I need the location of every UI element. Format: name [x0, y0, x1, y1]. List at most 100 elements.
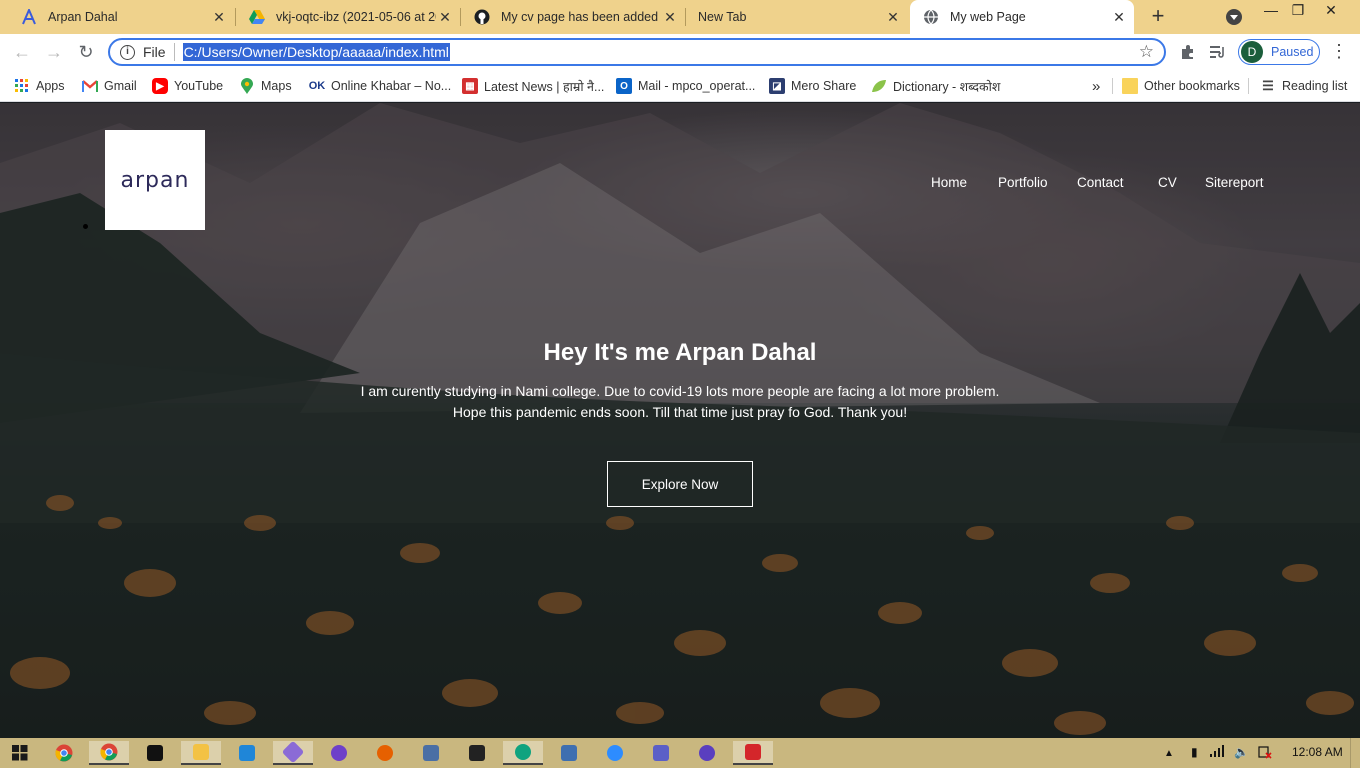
avatar: D — [1241, 41, 1263, 63]
address-bar[interactable]: i File C:/Users/Owner/Desktop/aaaaa/inde… — [108, 38, 1166, 66]
nav-link-sitereport[interactable]: Sitereport — [1205, 175, 1264, 190]
windows-start-icon[interactable] — [0, 741, 40, 765]
address-divider — [173, 43, 175, 61]
forward-arrow-icon[interactable]: → — [42, 40, 66, 64]
reading-list-button[interactable]: ☰ Reading list — [1260, 76, 1347, 96]
nav-link-contact[interactable]: Contact — [1077, 175, 1124, 190]
bookmark-label: Mail - mpco_operat... — [638, 79, 756, 93]
bookmark-latest-news[interactable]: ▦ Latest News | हाम्रो नै... — [462, 76, 604, 96]
logo-text: arpan — [120, 167, 190, 193]
chatgpt-icon[interactable] — [503, 741, 543, 765]
folder-icon — [1122, 78, 1138, 94]
hero-description: I am curently studying in Nami college. … — [280, 381, 1080, 423]
tab-new-tab[interactable]: New Tab ✕ — [686, 0, 908, 34]
bookmark-divider — [1112, 78, 1113, 94]
hero-line-2: Hope this pandemic ends soon. Till that … — [452, 404, 908, 420]
acrobat-icon[interactable] — [733, 741, 773, 765]
tab-strip: Arpan Dahal ✕ vkj-oqtc-ibz (2021-05-06 a… — [0, 0, 1360, 34]
nav-link-home[interactable]: Home — [931, 175, 967, 190]
bookmarks-bar: Apps Gmail ▶ YouTube Maps OK Online Khab… — [0, 70, 1360, 102]
bookmark-online-khabar[interactable]: OK Online Khabar – No... — [309, 76, 451, 96]
tray-overflow-icon[interactable]: ▲ — [1164, 748, 1174, 759]
chrome-icon[interactable] — [44, 741, 84, 765]
nav-link-cv[interactable]: CV — [1158, 175, 1177, 190]
more-menu-icon[interactable]: ⋮ — [1330, 42, 1348, 62]
bookmark-label: Other bookmarks — [1144, 79, 1240, 93]
bookmark-label: Maps — [261, 79, 292, 93]
network-icon[interactable] — [1210, 745, 1224, 760]
input-indicator-icon[interactable] — [1258, 745, 1272, 762]
sync-status: Paused — [1271, 45, 1314, 59]
info-icon[interactable]: i — [120, 44, 135, 60]
explore-now-button[interactable]: Explore Now — [607, 461, 753, 507]
system-clock[interactable]: 12:08 AM — [1292, 745, 1343, 759]
url-text[interactable]: C:/Users/Owner/Desktop/aaaaa/index.html — [182, 43, 450, 61]
list-bullet — [83, 224, 88, 229]
bookmark-label: Apps — [36, 79, 65, 93]
bookmark-dictionary[interactable]: Dictionary - शब्दकोश — [871, 76, 1000, 96]
nav-link-portfolio[interactable]: Portfolio — [998, 175, 1048, 190]
tab-search-icon[interactable] — [1226, 9, 1242, 25]
youtube-icon: ▶ — [152, 78, 168, 94]
reload-icon[interactable]: ↻ — [74, 40, 98, 64]
browser-toolbar: ← → ↻ i File C:/Users/Owner/Desktop/aaaa… — [0, 34, 1360, 70]
meroshare-icon: ◪ — [769, 78, 785, 94]
bookmark-divider — [1248, 78, 1249, 94]
bookmark-star-icon[interactable]: ☆ — [1139, 42, 1154, 62]
google-drive-icon — [248, 8, 266, 26]
tab-title: My web Page — [950, 10, 1026, 24]
hero-line-1: I am curently studying in Nami college. … — [360, 383, 1000, 399]
extensions-puzzle-icon[interactable] — [1178, 42, 1198, 62]
bookmark-gmail[interactable]: Gmail — [82, 76, 137, 96]
close-icon[interactable]: ✕ — [661, 9, 679, 26]
chrome-profile-icon[interactable] — [89, 741, 129, 765]
github-icon — [473, 8, 491, 26]
vscode-icon[interactable] — [227, 741, 267, 765]
back-arrow-icon[interactable]: ← — [10, 40, 34, 64]
bookmark-mail[interactable]: O Mail - mpco_operat... — [616, 76, 755, 96]
page-viewport: arpan Home Portfolio Contact CV Siterepo… — [0, 103, 1360, 738]
github-desktop-icon[interactable] — [319, 741, 359, 765]
leaf-icon — [871, 78, 887, 94]
teams-icon[interactable] — [641, 741, 681, 765]
maps-pin-icon — [239, 78, 255, 94]
tab-github[interactable]: My cv page has been added · ✕ — [461, 0, 685, 34]
bookmark-label: Mero Share — [791, 79, 857, 93]
minimize-button[interactable]: — — [1256, 0, 1286, 22]
terminal-icon[interactable] — [457, 741, 497, 765]
site-logo[interactable]: arpan — [105, 130, 205, 230]
new-tab-button[interactable]: + — [1146, 5, 1170, 29]
file-explorer-icon[interactable] — [181, 741, 221, 765]
bookmark-maps[interactable]: Maps — [239, 76, 292, 96]
bookmarks-overflow-button[interactable]: » — [1092, 76, 1100, 96]
bookmark-youtube[interactable]: ▶ YouTube — [152, 76, 223, 96]
tab-my-web-page[interactable]: My web Page ✕ — [910, 0, 1134, 34]
git-icon[interactable] — [273, 740, 313, 765]
profile-button[interactable]: D Paused — [1238, 39, 1320, 65]
bookmark-apps[interactable]: Apps — [14, 76, 65, 96]
bookmark-mero-share[interactable]: ◪ Mero Share — [769, 76, 856, 96]
volume-icon[interactable]: 🔈 — [1234, 745, 1249, 759]
tab-arpan-dahal[interactable]: Arpan Dahal ✕ — [8, 0, 234, 34]
close-icon[interactable]: ✕ — [436, 9, 454, 26]
battery-icon[interactable]: ▮ — [1191, 745, 1198, 759]
intellij-icon[interactable] — [135, 741, 175, 765]
maximize-button[interactable]: ❐ — [1283, 0, 1313, 22]
globe-icon — [922, 8, 940, 26]
apps-grid-icon — [14, 78, 30, 94]
other-bookmarks-folder[interactable]: Other bookmarks — [1122, 76, 1240, 96]
close-icon[interactable]: ✕ — [210, 9, 228, 26]
close-icon[interactable]: ✕ — [884, 9, 902, 26]
tab-google-drive[interactable]: vkj-oqtc-ibz (2021-05-06 at 20 ✕ — [236, 0, 460, 34]
firefox-icon[interactable] — [365, 741, 405, 765]
tab-title: Arpan Dahal — [48, 10, 118, 24]
media-queue-icon[interactable] — [1208, 42, 1228, 62]
window-icon[interactable] — [549, 741, 589, 765]
window-close-button[interactable]: ✕ — [1316, 0, 1346, 22]
close-icon[interactable]: ✕ — [1110, 9, 1128, 26]
zoom-icon[interactable] — [595, 741, 635, 765]
bookmark-label: Gmail — [104, 79, 137, 93]
app-window-icon[interactable] — [411, 741, 451, 765]
show-desktop-button[interactable] — [1350, 738, 1360, 768]
media-icon[interactable] — [687, 741, 727, 765]
